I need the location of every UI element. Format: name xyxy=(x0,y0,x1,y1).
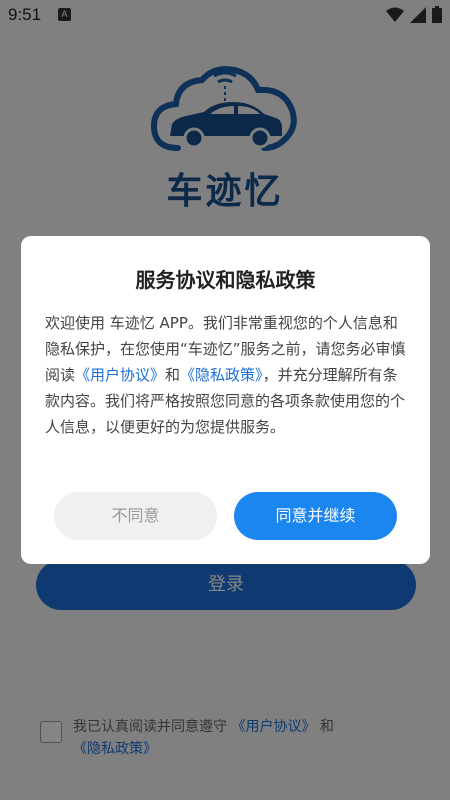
agree-continue-button[interactable]: 同意并继续 xyxy=(234,492,397,540)
dialog-body: 欢迎使用 车迹忆 APP。我们非常重视您的个人信息和隐私保护，在您使用“车迹忆”… xyxy=(45,310,409,440)
dialog-and: 和 xyxy=(165,366,181,384)
privacy-dialog: 服务协议和隐私政策 欢迎使用 车迹忆 APP。我们非常重视您的个人信息和隐私保护… xyxy=(21,236,430,564)
dialog-privacy-policy-link[interactable]: 《隐私政策》 xyxy=(180,366,263,384)
dialog-user-agreement-link[interactable]: 《用户协议》 xyxy=(75,366,165,384)
disagree-button[interactable]: 不同意 xyxy=(54,492,217,540)
dialog-title: 服务协议和隐私政策 xyxy=(135,268,316,292)
